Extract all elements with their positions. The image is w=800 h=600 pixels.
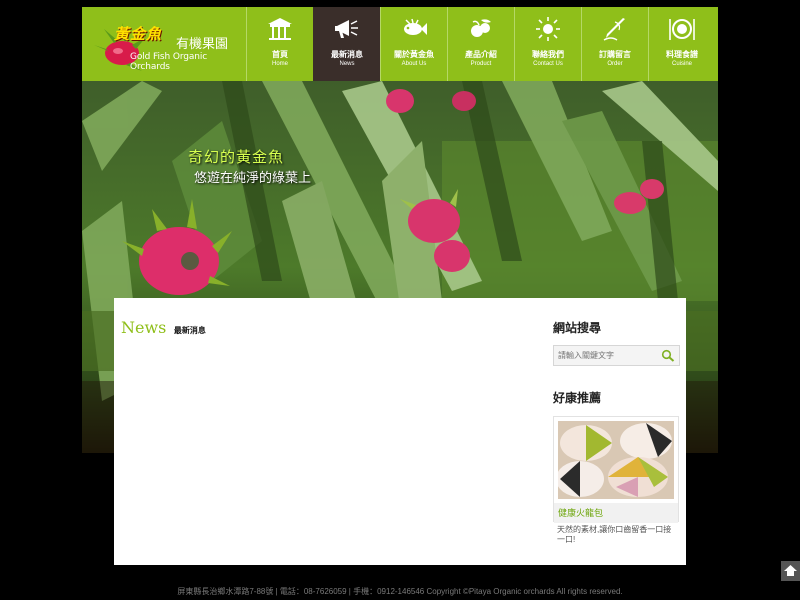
- nav-item-order[interactable]: 訂購留言 Order: [581, 7, 648, 81]
- nav-item-product[interactable]: 產品介紹 Product: [447, 7, 514, 81]
- search-icon[interactable]: [661, 349, 675, 362]
- banner-tagline-2: 悠遊在純淨的綠葉上: [194, 170, 312, 185]
- news-heading: News 最新消息: [121, 318, 206, 338]
- fruit-icon: [471, 19, 491, 37]
- search-title: 網站搜尋: [553, 321, 602, 335]
- nav-label: 關於黃金魚: [394, 50, 434, 59]
- search-box: [553, 345, 680, 366]
- site-footer: 屏東縣長治鄉水潭路7-88號 | 電話：08-7626059 | 手機：0912…: [177, 587, 623, 596]
- nav-sub: Cuisine: [671, 61, 692, 67]
- nav-item-home[interactable]: 首頁 Home: [246, 7, 313, 81]
- steamed-buns-image: [558, 421, 674, 499]
- nav-sub: Contact Us: [533, 61, 563, 67]
- nav-sub: About Us: [401, 61, 427, 67]
- search-input[interactable]: [558, 348, 653, 362]
- nav-item-news[interactable]: 最新消息 News: [313, 7, 380, 81]
- banner-tagline-1: 奇幻的黃金魚: [188, 149, 285, 166]
- nav-sub: Order: [607, 61, 623, 67]
- brand-name-cn: 有機果園: [176, 37, 229, 52]
- nav-label: 訂購留言: [599, 50, 631, 59]
- content-panel: News 最新消息 網站搜尋 好康推薦: [114, 298, 686, 565]
- back-to-top-button[interactable]: [781, 561, 800, 581]
- nav-sub: Home: [271, 61, 288, 67]
- nav-label: 首頁: [272, 50, 288, 59]
- product-name[interactable]: 健康火龍包: [554, 503, 678, 523]
- news-title-en: News: [121, 318, 167, 337]
- brand-stylized: 黃金魚: [114, 25, 163, 43]
- product-image[interactable]: [558, 421, 674, 499]
- fish-icon: [404, 18, 427, 35]
- news-title-cn: 最新消息: [173, 326, 206, 335]
- gate-icon: [268, 18, 292, 40]
- nav-sub: News: [339, 61, 355, 67]
- logo[interactable]: 黃金魚 有機果園 Gold Fish Organic Orchards: [82, 7, 246, 81]
- sun-icon: [536, 17, 560, 41]
- nav-item-contact[interactable]: 聯絡我們 Contact Us: [514, 7, 581, 81]
- plate-icon: [669, 19, 695, 40]
- nav-sub: Product: [470, 61, 492, 67]
- pen-icon: [603, 18, 625, 41]
- recommend-title: 好康推薦: [553, 391, 602, 405]
- nav-label: 聯絡我們: [532, 50, 564, 59]
- nav-label: 最新消息: [331, 50, 363, 59]
- nav-item-cuisine[interactable]: 料理食譜 Cuisine: [648, 7, 715, 81]
- nav-label: 料理食譜: [666, 50, 698, 59]
- main-nav: 首頁 Home 最新消息 News 關於黃金魚 About Us 產品介紹 Pr…: [246, 7, 718, 81]
- product-description: 天然的素材,讓你口齒留香一口接一口!: [557, 525, 672, 544]
- nav-item-about[interactable]: 關於黃金魚 About Us: [380, 7, 447, 81]
- home-arrow-icon: [784, 565, 797, 576]
- product-card[interactable]: 健康火龍包: [553, 416, 679, 523]
- nav-label: 產品介紹: [465, 50, 497, 59]
- brand-name-en: Gold Fish Organic Orchards: [130, 52, 208, 72]
- megaphone-icon: [335, 20, 358, 38]
- site-header: 黃金魚 有機果園 Gold Fish Organic Orchards 首頁 H…: [82, 7, 718, 81]
